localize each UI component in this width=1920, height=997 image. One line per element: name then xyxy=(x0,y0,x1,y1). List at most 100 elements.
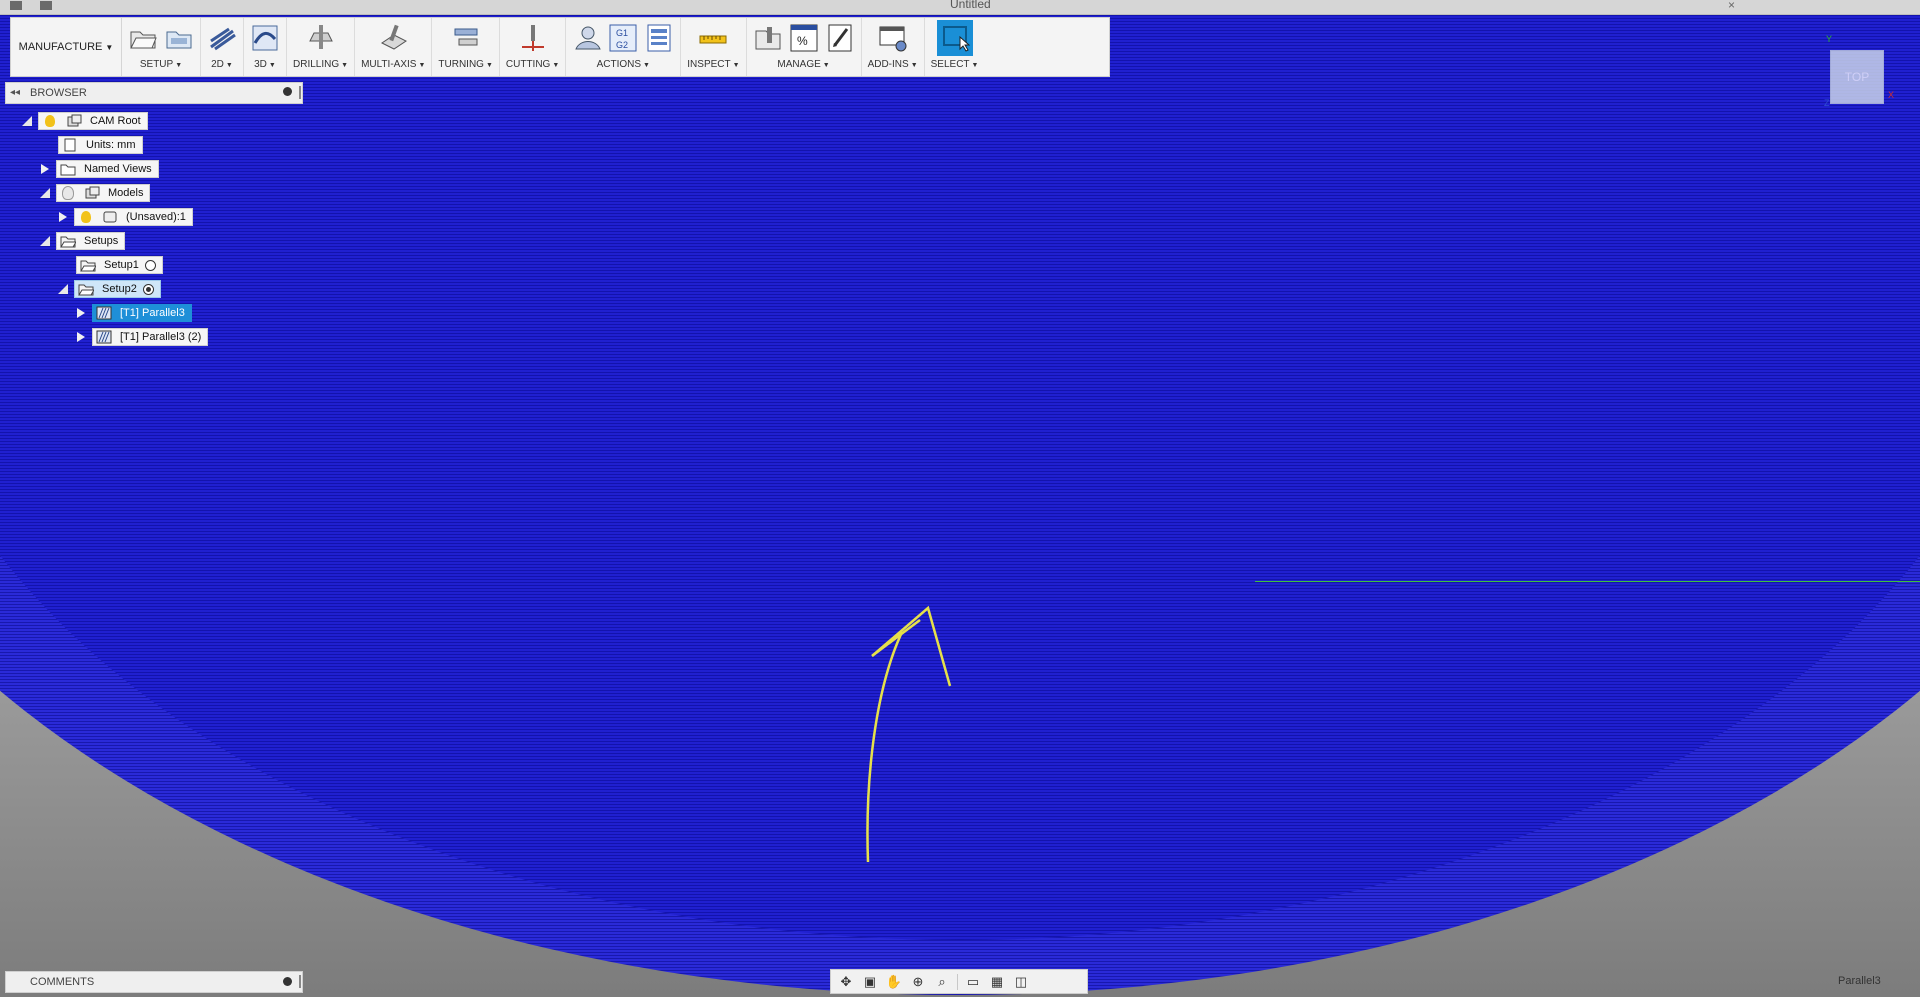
group-label[interactable]: 3D xyxy=(254,59,267,70)
tree-node-units[interactable]: Units: mm xyxy=(58,135,143,155)
collapse-panel-icon[interactable]: ◂◂ xyxy=(10,87,20,98)
panel-resize-handle[interactable] xyxy=(299,86,301,99)
sketch-arrow-annotation xyxy=(866,605,952,863)
tree-node-models[interactable]: Models xyxy=(40,183,151,203)
group-label[interactable]: SETUP xyxy=(140,59,173,70)
svg-text:G1: G1 xyxy=(616,28,628,38)
tree-node-label: [T1] Parallel3 xyxy=(120,307,185,319)
tree-node-setup1[interactable]: Setup1 xyxy=(76,255,163,275)
3d-adaptive-icon[interactable] xyxy=(250,23,280,53)
tree-node-label: Setup2 xyxy=(102,283,137,295)
fit-icon[interactable]: ⌕ xyxy=(933,974,951,990)
workspace-switcher[interactable]: MANUFACTURE ▼ xyxy=(11,18,122,76)
group-label[interactable]: SELECT xyxy=(931,59,970,70)
cutting-icon[interactable] xyxy=(518,23,548,53)
close-tab-icon[interactable]: × xyxy=(1728,0,1735,12)
window-title-bar: Untitled × xyxy=(0,0,1920,15)
tree-node-label: Units: mm xyxy=(86,139,136,151)
panel-pin-icon[interactable] xyxy=(283,87,292,96)
workspace-label: MANUFACTURE xyxy=(18,41,103,53)
expand-toggle-icon[interactable] xyxy=(76,332,86,342)
setup-folder-icon xyxy=(80,258,96,272)
select-tool-icon[interactable] xyxy=(936,20,973,56)
setup-sheet-icon[interactable] xyxy=(644,23,674,53)
group-actions: G1 G2 ACTIONS ▼ xyxy=(566,18,682,76)
group-label[interactable]: INSPECT xyxy=(687,59,730,70)
group-3d: 3D ▼ xyxy=(244,18,287,76)
tree-node-operation-parallel3-2[interactable]: [T1] Parallel3 (2) xyxy=(76,327,209,347)
expand-toggle-icon[interactable] xyxy=(58,284,68,294)
parallel-toolpath-icon xyxy=(96,330,112,344)
grid-icon[interactable]: ▦ xyxy=(988,974,1006,990)
group-label[interactable]: DRILLING xyxy=(293,59,339,70)
tree-node-cam-root[interactable]: CAM Root xyxy=(22,111,148,131)
viewcube-axis-y: Y xyxy=(1826,34,1833,44)
post-process-icon[interactable]: G1 G2 xyxy=(608,23,638,53)
expand-toggle-icon[interactable] xyxy=(22,116,32,126)
new-setup-icon[interactable] xyxy=(128,23,158,53)
expand-toggle-icon[interactable] xyxy=(58,212,68,222)
tree-node-operation-parallel3[interactable]: [T1] Parallel3 xyxy=(76,303,192,323)
setup-folder-icon[interactable] xyxy=(164,23,194,53)
group-label[interactable]: 2D xyxy=(211,59,224,70)
group-add-ins: ADD-INS ▼ xyxy=(862,18,925,76)
models-icon xyxy=(84,186,100,200)
group-label[interactable]: ACTIONS xyxy=(597,59,641,70)
display-settings-icon[interactable]: ▭ xyxy=(964,974,982,990)
zoom-icon[interactable]: ⊕ xyxy=(909,974,927,990)
expand-toggle-icon[interactable] xyxy=(40,188,50,198)
panel-resize-handle[interactable] xyxy=(299,975,301,988)
tool-library-icon[interactable] xyxy=(753,23,783,53)
browser-panel-header[interactable]: ◂◂ BROWSER xyxy=(5,82,303,104)
comments-panel-header[interactable]: COMMENTS xyxy=(5,971,303,993)
group-cutting: CUTTING ▼ xyxy=(500,18,567,76)
activate-setup-radio[interactable] xyxy=(142,283,154,295)
navigation-bar: ✥ ▣ ✋ ⊕ ⌕ ▭ ▦ ◫ xyxy=(830,969,1088,994)
viewcube[interactable]: TOP xyxy=(1830,50,1884,104)
multi-axis-icon[interactable] xyxy=(378,23,408,53)
turning-icon[interactable] xyxy=(451,23,481,53)
viewports-icon[interactable]: ◫ xyxy=(1012,974,1030,990)
group-label[interactable]: ADD-INS xyxy=(868,59,909,70)
visibility-bulb-icon[interactable] xyxy=(78,210,94,224)
browser-title: BROWSER xyxy=(30,87,87,99)
ribbon-toolbar: MANUFACTURE ▼ SETUP ▼ 2D ▼ 3D ▼ DRILLING ▼ MU… xyxy=(10,17,1110,77)
post-library-icon[interactable] xyxy=(825,23,855,53)
template-library-icon[interactable]: % xyxy=(789,23,819,53)
expand-toggle-icon[interactable] xyxy=(76,308,86,318)
viewcube-axis-z: Z xyxy=(1824,98,1830,108)
parallel-toolpath-icon xyxy=(96,306,112,320)
group-label[interactable]: MANAGE xyxy=(777,59,820,70)
y-axis-line xyxy=(1255,581,1920,582)
simulate-icon[interactable] xyxy=(572,23,602,53)
visibility-bulb-icon[interactable] xyxy=(42,114,58,128)
expand-toggle-icon[interactable] xyxy=(40,236,50,246)
app-menu-icon[interactable] xyxy=(10,1,22,10)
tree-node-setup2[interactable]: Setup2 xyxy=(58,279,161,299)
scripts-addins-icon[interactable] xyxy=(878,23,908,53)
activate-setup-radio[interactable] xyxy=(144,259,156,271)
svg-text:%: % xyxy=(797,34,808,48)
group-label[interactable]: TURNING xyxy=(438,59,484,70)
orbit-icon[interactable]: ✥ xyxy=(837,974,855,990)
group-inspect: INSPECT ▼ xyxy=(681,18,747,76)
drill-icon[interactable] xyxy=(306,23,336,53)
chevron-down-icon: ▼ xyxy=(105,42,114,52)
visibility-bulb-icon[interactable] xyxy=(60,186,76,200)
viewcube-axis-x: X xyxy=(1888,90,1895,100)
add-comment-icon[interactable] xyxy=(283,977,292,986)
canvas-viewport[interactable] xyxy=(0,0,1920,997)
tree-node-setups[interactable]: Setups xyxy=(40,231,126,251)
2d-adaptive-icon[interactable] xyxy=(207,23,237,53)
tree-node-named-views[interactable]: Named Views xyxy=(40,159,159,179)
file-icon[interactable] xyxy=(40,1,52,10)
group-label[interactable]: CUTTING xyxy=(506,59,550,70)
look-at-icon[interactable]: ▣ xyxy=(861,974,879,990)
measure-icon[interactable] xyxy=(698,23,728,53)
group-select: SELECT ▼ xyxy=(925,18,985,76)
expand-toggle-icon[interactable] xyxy=(40,164,50,174)
tree-node-unsaved-model[interactable]: (Unsaved):1 xyxy=(58,207,193,227)
pan-icon[interactable]: ✋ xyxy=(885,974,903,990)
group-drilling: DRILLING ▼ xyxy=(287,18,356,76)
group-label[interactable]: MULTI-AXIS xyxy=(361,59,416,70)
